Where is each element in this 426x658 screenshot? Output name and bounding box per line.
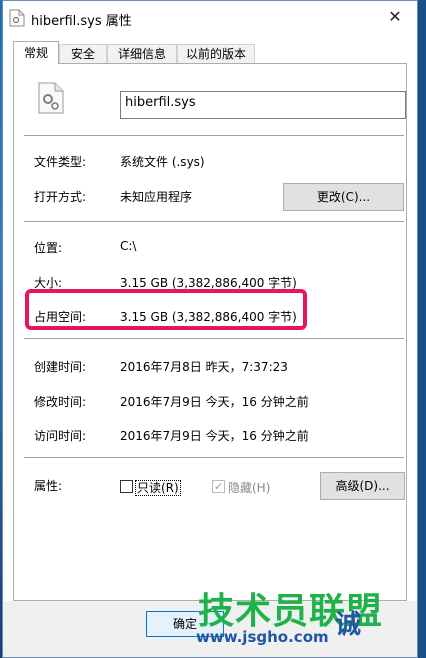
modified-value: 2016年7月9日 今天，16 分钟之前 bbox=[120, 395, 309, 409]
tab-general[interactable]: 常规 bbox=[13, 41, 59, 64]
modified-label: 修改时间: bbox=[34, 395, 87, 409]
advanced-button[interactable]: 高级(D)... bbox=[320, 472, 405, 500]
check-icon: ✓ bbox=[213, 480, 224, 493]
readonly-checkbox[interactable] bbox=[120, 480, 133, 493]
file-name-field[interactable]: hiberfil.sys bbox=[120, 91, 406, 119]
change-button[interactable]: 更改(C)... bbox=[283, 183, 404, 211]
readonly-label[interactable]: 只读(R) bbox=[135, 479, 181, 496]
divider bbox=[24, 457, 404, 458]
tab-security-label: 安全 bbox=[70, 47, 95, 61]
created-label: 创建时间: bbox=[34, 360, 87, 374]
readonly-text: 只读(R) bbox=[135, 480, 181, 496]
highlight-box bbox=[25, 289, 307, 330]
desktop-background-right bbox=[418, 0, 426, 658]
accessed-value: 2016年7月9日 今天，16 分钟之前 bbox=[120, 429, 309, 443]
system-file-icon bbox=[38, 82, 64, 114]
tab-details[interactable]: 详细信息 bbox=[107, 44, 177, 63]
location-label: 位置: bbox=[34, 241, 63, 255]
tab-security[interactable]: 安全 bbox=[59, 44, 107, 63]
file-type-label: 文件类型: bbox=[34, 155, 87, 169]
properties-window: hiberfil.sys 属性 ✕ 常规 安全 详细信息 以前的版本 hiber… bbox=[2, 0, 418, 658]
file-type-value: 系统文件 (.sys) bbox=[120, 155, 205, 169]
tab-details-label: 详细信息 bbox=[117, 47, 166, 61]
watermark-url: www.jsgho.com bbox=[196, 628, 329, 646]
watermark-extra: 诚 bbox=[335, 610, 362, 640]
file-icon bbox=[9, 9, 25, 27]
tab-previous-versions[interactable]: 以前的版本 bbox=[177, 44, 255, 63]
window-title: hiberfil.sys 属性 bbox=[31, 14, 132, 29]
tab-general-label: 常规 bbox=[23, 46, 48, 60]
divider bbox=[24, 135, 404, 136]
title-bar[interactable]: hiberfil.sys 属性 ✕ bbox=[3, 1, 417, 35]
tab-previous-versions-label: 以前的版本 bbox=[185, 47, 246, 61]
location-value: C:\ bbox=[120, 239, 137, 253]
hidden-checkbox: ✓ bbox=[212, 480, 225, 493]
close-icon: ✕ bbox=[388, 7, 402, 26]
divider bbox=[24, 338, 404, 339]
hidden-label: 隐藏(H) bbox=[228, 481, 271, 495]
created-value: 2016年7月8日 昨天，7:37:23 bbox=[120, 360, 288, 374]
open-with-value: 未知应用程序 bbox=[120, 190, 193, 204]
open-with-label: 打开方式: bbox=[34, 190, 87, 204]
close-button[interactable]: ✕ bbox=[373, 1, 417, 33]
attributes-label: 属性: bbox=[34, 479, 63, 493]
accessed-label: 访问时间: bbox=[34, 429, 87, 443]
divider bbox=[24, 221, 404, 222]
general-panel: hiberfil.sys 文件类型: 系统文件 (.sys) 打开方式: 未知应… bbox=[13, 63, 407, 601]
